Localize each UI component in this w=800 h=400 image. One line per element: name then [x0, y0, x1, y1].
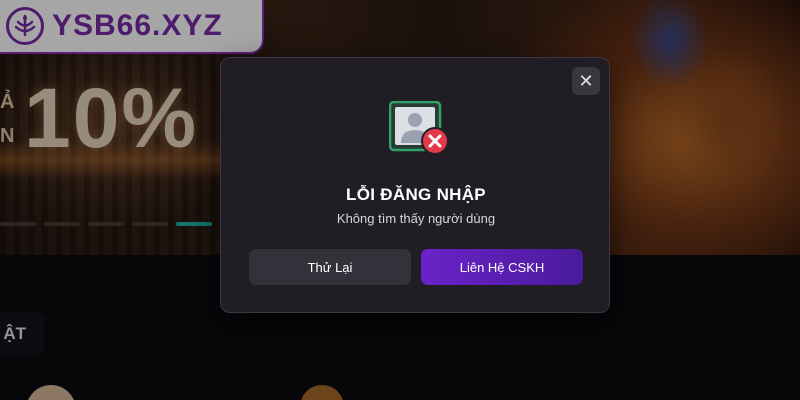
contact-support-button[interactable]: Liên Hệ CSKH [421, 249, 583, 285]
retry-button[interactable]: Thử Lại [249, 249, 411, 285]
user-error-icon [388, 100, 451, 157]
close-icon: ✕ [578, 71, 594, 91]
close-button[interactable]: ✕ [572, 67, 600, 95]
dialog-message: Không tìm thấy người dùng [336, 211, 496, 226]
dialog-title: LỖI ĐĂNG NHẬP [346, 185, 486, 204]
login-error-dialog: ✕ LỖI ĐĂNG NHẬP Không tìm thấy người dùn… [220, 57, 610, 313]
